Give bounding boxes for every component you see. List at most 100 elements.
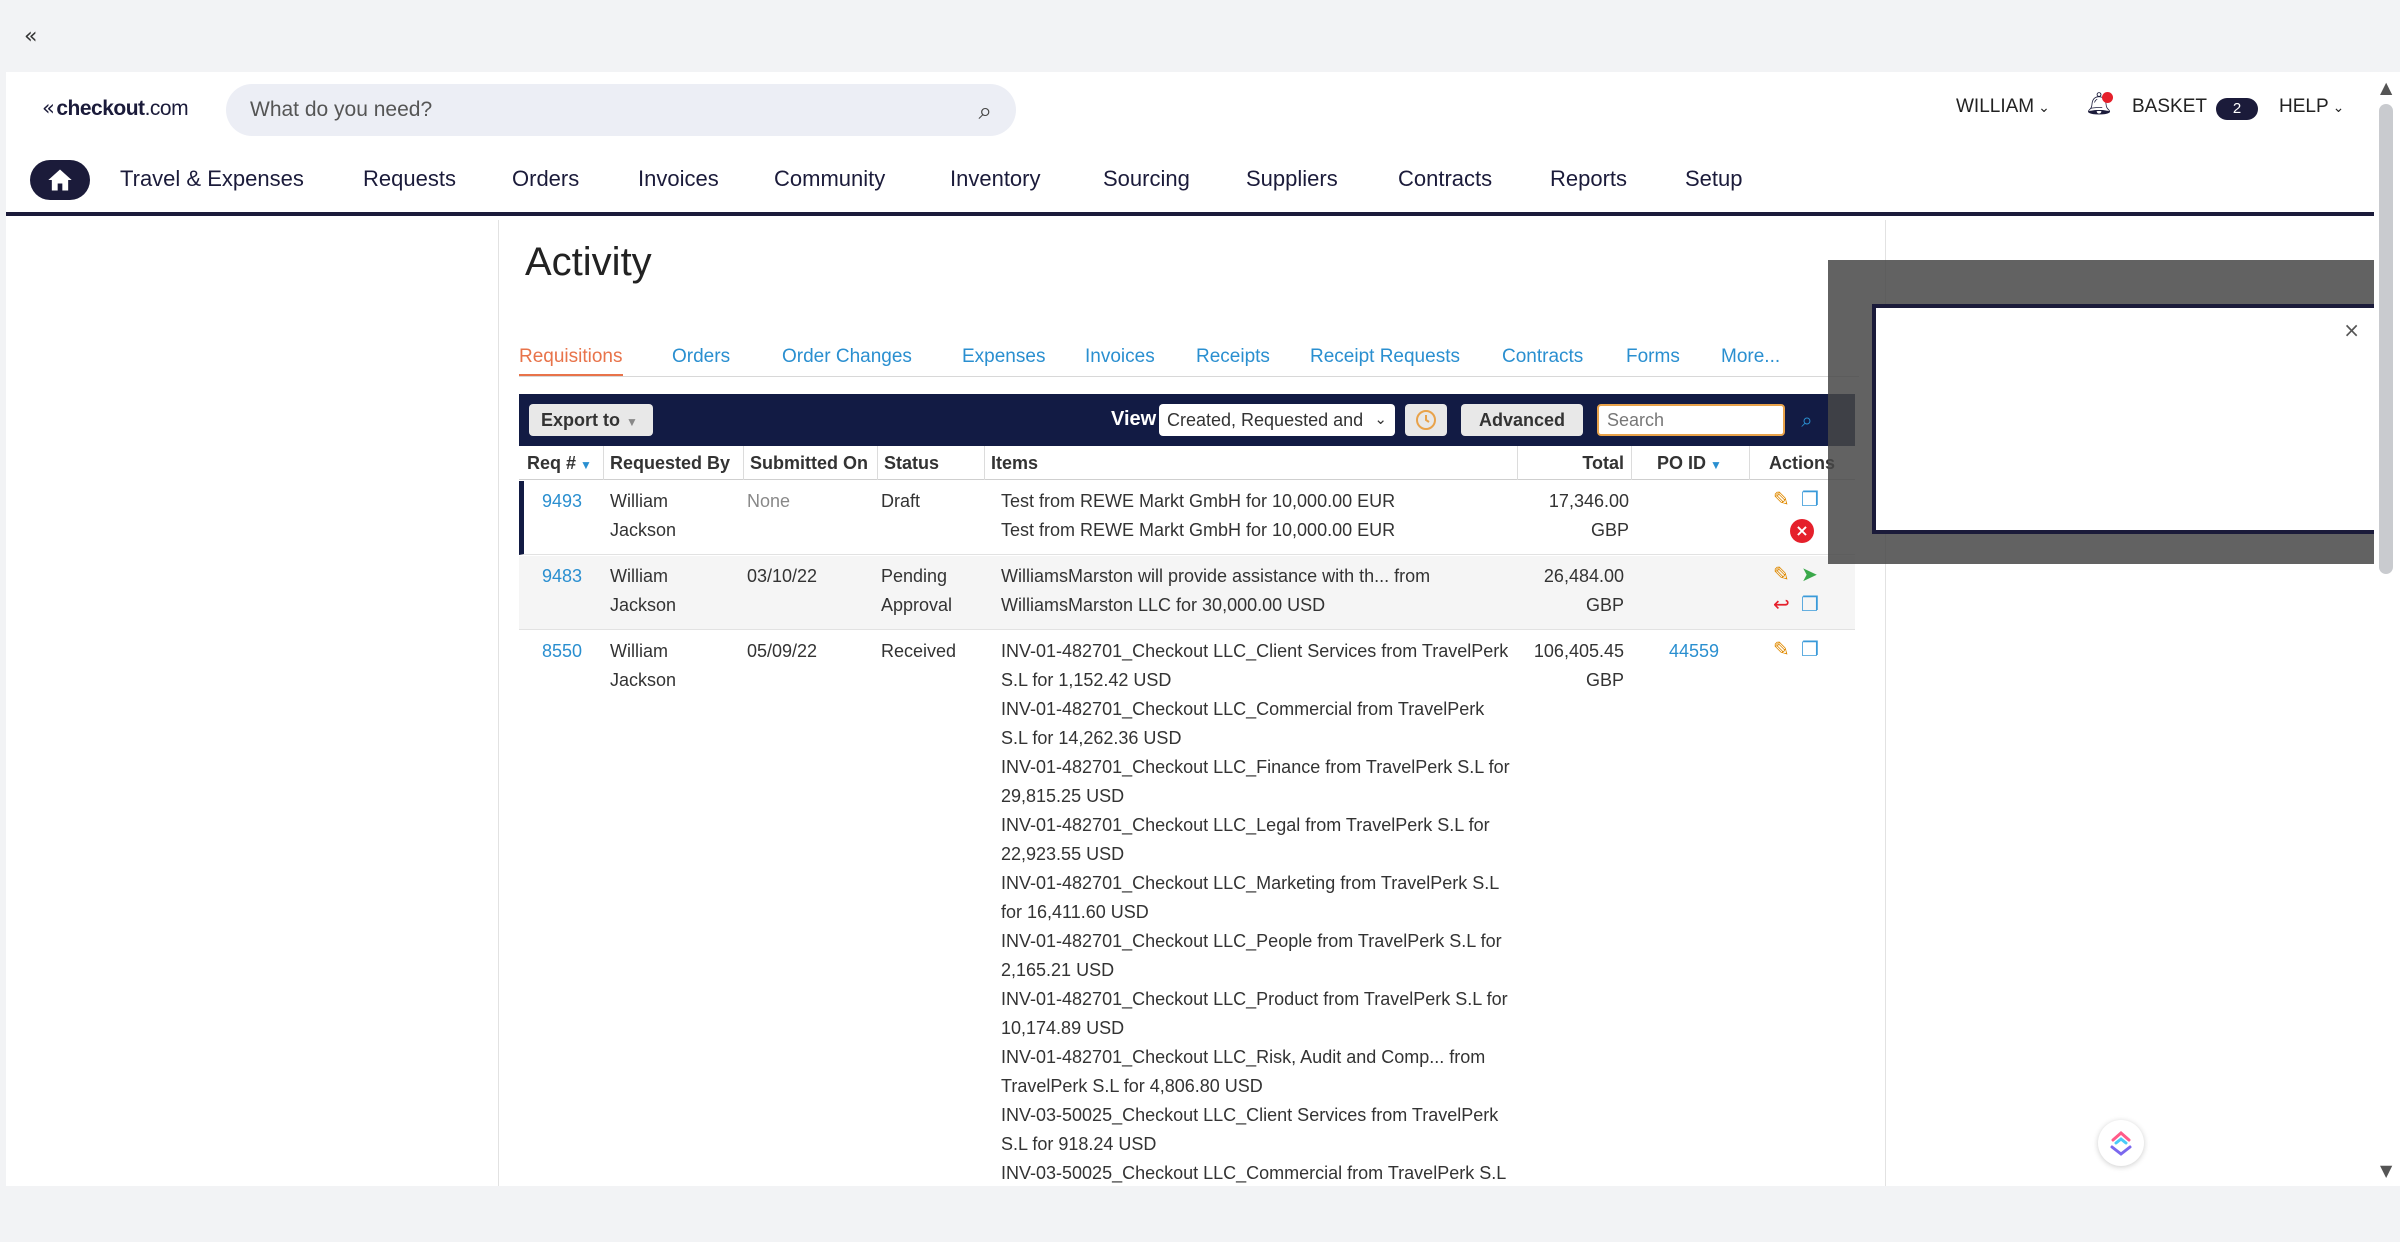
browser-top-bar: « xyxy=(0,0,2400,72)
tab-order-changes[interactable]: Order Changes xyxy=(782,346,912,374)
copy-icon[interactable]: ❐ xyxy=(1801,592,1819,616)
col-items[interactable]: Items xyxy=(991,453,1038,474)
col-status[interactable]: Status xyxy=(884,453,939,474)
chevron-down-icon: ⌄ xyxy=(2038,100,2050,116)
scroll-up-icon[interactable]: ▲ xyxy=(2380,78,2392,97)
col-req[interactable]: Req # ▼ xyxy=(527,453,592,474)
table-row[interactable]: 9493 William Jackson None Draft Test fro… xyxy=(519,481,1855,555)
status: Pending Approval xyxy=(881,566,953,615)
copy-icon[interactable]: ❐ xyxy=(1801,487,1819,511)
sort-icon: ▼ xyxy=(1710,458,1722,472)
items-list: WilliamsMarston will provide assistance … xyxy=(1001,562,1511,620)
clock-icon xyxy=(1416,410,1436,430)
checkout-logo[interactable]: «checkout.com xyxy=(42,96,189,121)
delete-icon[interactable]: × xyxy=(1790,519,1814,543)
collapse-sidebar-icon[interactable]: « xyxy=(24,24,37,49)
nav-suppliers[interactable]: Suppliers xyxy=(1246,166,1338,192)
logo-mark-icon: « xyxy=(42,96,55,120)
list-item: Test from REWE Markt GmbH for 10,000.00 … xyxy=(1001,491,1396,511)
total: 26,484.00 GBP xyxy=(1543,566,1624,615)
basket-link[interactable]: BASKET xyxy=(2132,96,2207,118)
tab-invoices[interactable]: Invoices xyxy=(1085,346,1155,374)
submitted-on: None xyxy=(747,491,791,511)
global-search: ⌕ xyxy=(226,84,1016,136)
submitted-on: 05/09/22 xyxy=(747,641,818,661)
view-label: View xyxy=(1111,408,1157,430)
col-submitted-on[interactable]: Submitted On xyxy=(750,453,868,474)
scroll-down-icon[interactable]: ▼ xyxy=(2380,1161,2392,1180)
user-menu[interactable]: WILLIAM ⌄ xyxy=(1956,96,2050,118)
home-button[interactable] xyxy=(30,160,90,200)
pencil-icon[interactable]: ✎ xyxy=(1773,637,1790,661)
send-icon[interactable]: ➤ xyxy=(1801,562,1818,586)
req-link[interactable]: 9493 xyxy=(542,487,582,516)
pencil-icon[interactable]: ✎ xyxy=(1773,562,1790,586)
advanced-search-button[interactable]: Advanced xyxy=(1461,404,1583,436)
page-title: Activity xyxy=(525,240,652,284)
nav-travel-expenses[interactable]: Travel & Expenses xyxy=(120,166,304,192)
list-item: INV-01-482701_Checkout LLC_Risk, Audit a… xyxy=(1001,1047,1486,1096)
list-item: INV-03-50025_Checkout LLC_Commercial fro… xyxy=(1001,1163,1507,1183)
tab-receipts[interactable]: Receipts xyxy=(1196,346,1270,374)
status: Received xyxy=(881,641,957,661)
col-requested-by[interactable]: Requested By xyxy=(610,453,730,474)
list-item: INV-03-50025_Checkout LLC_Client Service… xyxy=(1001,1105,1499,1154)
req-link[interactable]: 9483 xyxy=(542,562,582,591)
nav-inventory[interactable]: Inventory xyxy=(950,166,1041,192)
requested-by: William Jackson xyxy=(610,566,677,615)
history-button[interactable] xyxy=(1405,404,1447,436)
req-link[interactable]: 8550 xyxy=(542,637,582,666)
sort-icon: ▼ xyxy=(580,458,592,472)
tab-expenses[interactable]: Expenses xyxy=(962,346,1045,374)
app-frame: «checkout.com ⌕ WILLIAM⌄ 🔔︎ BASKET 2 HEL… xyxy=(6,72,2374,1186)
help-menu[interactable]: HELP ⌄ xyxy=(2279,96,2344,118)
caret-down-icon: ▼ xyxy=(626,415,638,429)
list-item: INV-01-482701_Checkout LLC_Finance from … xyxy=(1001,757,1510,806)
list-item: INV-01-482701_Checkout LLC_Product from … xyxy=(1001,989,1508,1038)
status: Draft xyxy=(881,491,921,511)
items-list: INV-01-482701_Checkout LLC_Client Servic… xyxy=(1001,637,1511,1186)
scrollbar-thumb[interactable] xyxy=(2379,104,2393,574)
export-to-button[interactable]: Export to ▼ xyxy=(529,404,653,436)
main-nav: Travel & Expenses Requests Orders Invoic… xyxy=(6,152,2374,216)
nav-contracts[interactable]: Contracts xyxy=(1398,166,1492,192)
col-po-id[interactable]: PO ID ▼ xyxy=(1657,453,1722,474)
nav-reports[interactable]: Reports xyxy=(1550,166,1627,192)
nav-sourcing[interactable]: Sourcing xyxy=(1103,166,1190,192)
nav-community[interactable]: Community xyxy=(774,166,885,192)
nav-orders[interactable]: Orders xyxy=(512,166,579,192)
pencil-icon[interactable]: ✎ xyxy=(1773,487,1790,511)
basket-count-badge: 2 xyxy=(2216,98,2258,120)
close-icon[interactable]: × xyxy=(2343,318,2360,342)
page-scrollbar[interactable]: ▲ ▼ xyxy=(2374,72,2400,1186)
items-list: Test from REWE Markt GmbH for 10,000.00 … xyxy=(1001,487,1511,545)
tab-forms[interactable]: Forms xyxy=(1626,346,1680,374)
table-row[interactable]: 8550 William Jackson 05/09/22 Received I… xyxy=(519,631,1855,1186)
table-row[interactable]: 9483 William Jackson 03/10/22 Pending Ap… xyxy=(519,556,1855,630)
nav-invoices[interactable]: Invoices xyxy=(638,166,719,192)
search-icon[interactable]: ⌕ xyxy=(1791,404,1823,436)
list-item: Test from REWE Markt GmbH for 10,000.00 … xyxy=(1001,520,1396,540)
popup-panel: × xyxy=(1872,304,2374,534)
list-item: INV-01-482701_Checkout LLC_Legal from Tr… xyxy=(1001,815,1490,864)
tab-contracts[interactable]: Contracts xyxy=(1502,346,1583,374)
tabs-divider xyxy=(519,376,1859,377)
return-icon[interactable]: ↩ xyxy=(1773,592,1790,616)
tab-more[interactable]: More... xyxy=(1721,346,1780,374)
home-icon xyxy=(48,169,72,191)
search-icon[interactable]: ⌕ xyxy=(979,97,992,125)
table-search-input[interactable] xyxy=(1597,404,1785,436)
clickup-widget-button[interactable] xyxy=(2098,1120,2144,1166)
nav-setup[interactable]: Setup xyxy=(1685,166,1743,192)
view-select[interactable]: Created, Requested and ⌄ xyxy=(1159,404,1395,436)
nav-requests[interactable]: Requests xyxy=(363,166,456,192)
activity-panel: Activity Requisitions Orders Order Chang… xyxy=(498,220,1886,1186)
po-id-link[interactable]: 44559 xyxy=(1669,637,1719,666)
tab-receipt-requests[interactable]: Receipt Requests xyxy=(1310,346,1460,374)
copy-icon[interactable]: ❐ xyxy=(1801,637,1819,661)
col-total[interactable]: Total xyxy=(1524,453,1624,474)
tab-orders[interactable]: Orders xyxy=(672,346,730,374)
list-item: INV-01-482701_Checkout LLC_Commercial fr… xyxy=(1001,699,1485,748)
tab-requisitions[interactable]: Requisitions xyxy=(519,346,623,376)
global-search-input[interactable] xyxy=(250,84,950,136)
